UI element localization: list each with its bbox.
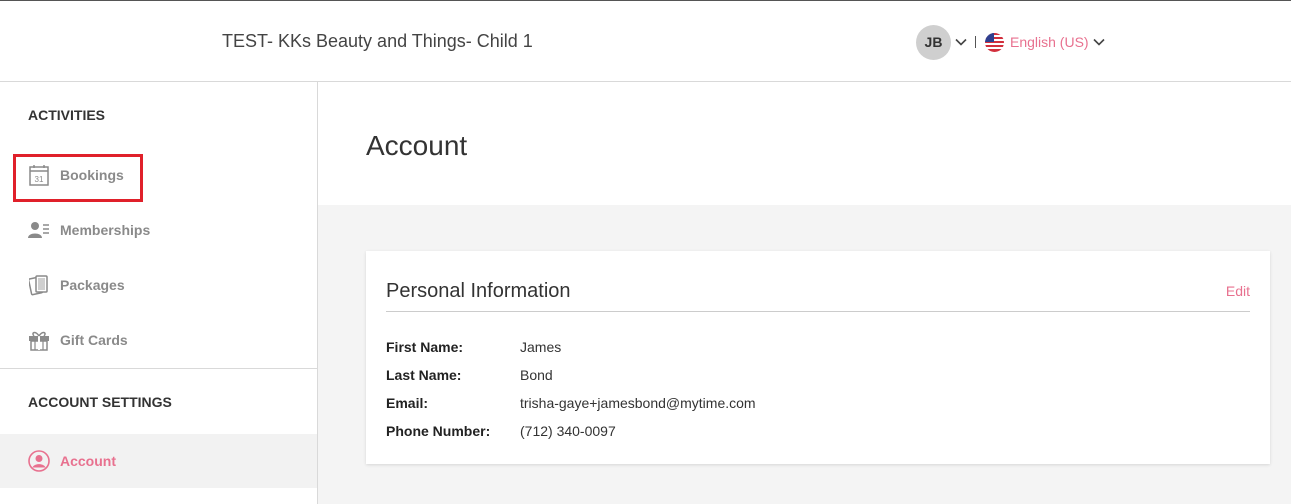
gift-icon	[28, 329, 50, 351]
highlight-annotation	[13, 154, 143, 202]
field-label: First Name:	[386, 339, 464, 355]
info-row-email: Email: trisha-gaye+jamesbond@mytime.com	[386, 395, 756, 415]
user-avatar[interactable]: JB	[916, 24, 951, 60]
language-selector[interactable]: English (US)	[985, 32, 1105, 52]
chevron-down-icon[interactable]	[1093, 38, 1105, 46]
sidebar-item-memberships[interactable]: Memberships	[0, 203, 317, 257]
personal-information-card: Personal Information Edit First Name: Ja…	[366, 251, 1270, 464]
sidebar: ACTIVITIES 31 Bookings Memberships Packa…	[0, 82, 318, 504]
sidebar-item-gift-cards[interactable]: Gift Cards	[0, 313, 317, 367]
membership-icon	[28, 219, 50, 241]
edit-link[interactable]: Edit	[1226, 283, 1250, 299]
card-title: Personal Information	[386, 280, 571, 302]
field-value: Bond	[520, 367, 553, 383]
info-row-phone-number: Phone Number: (712) 340-0097	[386, 423, 616, 443]
sidebar-item-label: Account	[60, 453, 116, 469]
field-label: Phone Number:	[386, 423, 491, 439]
sidebar-item-label: Gift Cards	[60, 332, 128, 348]
language-label: English (US)	[1010, 34, 1089, 50]
separator	[975, 36, 976, 48]
business-name: TEST- KKs Beauty and Things- Child 1	[222, 31, 533, 51]
field-value: James	[520, 339, 562, 355]
info-row-first-name: First Name: James	[386, 339, 561, 359]
field-label: Last Name:	[386, 367, 462, 383]
sidebar-item-account[interactable]: Account	[0, 434, 317, 488]
sidebar-divider	[0, 368, 317, 369]
user-menu: JB English (US)	[916, 24, 1105, 60]
chevron-down-icon[interactable]	[955, 38, 967, 46]
sidebar-item-packages[interactable]: Packages	[0, 258, 317, 312]
field-label: Email:	[386, 395, 429, 411]
page-title: Account	[366, 130, 468, 161]
sidebar-item-label: Packages	[60, 277, 125, 293]
main-content: Personal Information Edit First Name: Ja…	[318, 205, 1291, 504]
activities-section-title: ACTIVITIES	[28, 107, 106, 123]
top-bar: TEST- KKs Beauty and Things- Child 1 JB …	[0, 0, 1291, 82]
user-circle-icon	[28, 450, 50, 472]
account-settings-section-title: ACCOUNT SETTINGS	[28, 394, 172, 410]
main-header: Account	[318, 82, 1291, 205]
us-flag-icon	[985, 32, 1004, 52]
card-header: Personal Information Edit	[386, 279, 1250, 312]
sidebar-item-label: Memberships	[60, 222, 151, 238]
packages-icon	[28, 274, 50, 296]
info-row-last-name: Last Name: Bond	[386, 367, 553, 387]
field-value: trisha-gaye+jamesbond@mytime.com	[520, 395, 756, 411]
field-value: (712) 340-0097	[520, 423, 616, 439]
